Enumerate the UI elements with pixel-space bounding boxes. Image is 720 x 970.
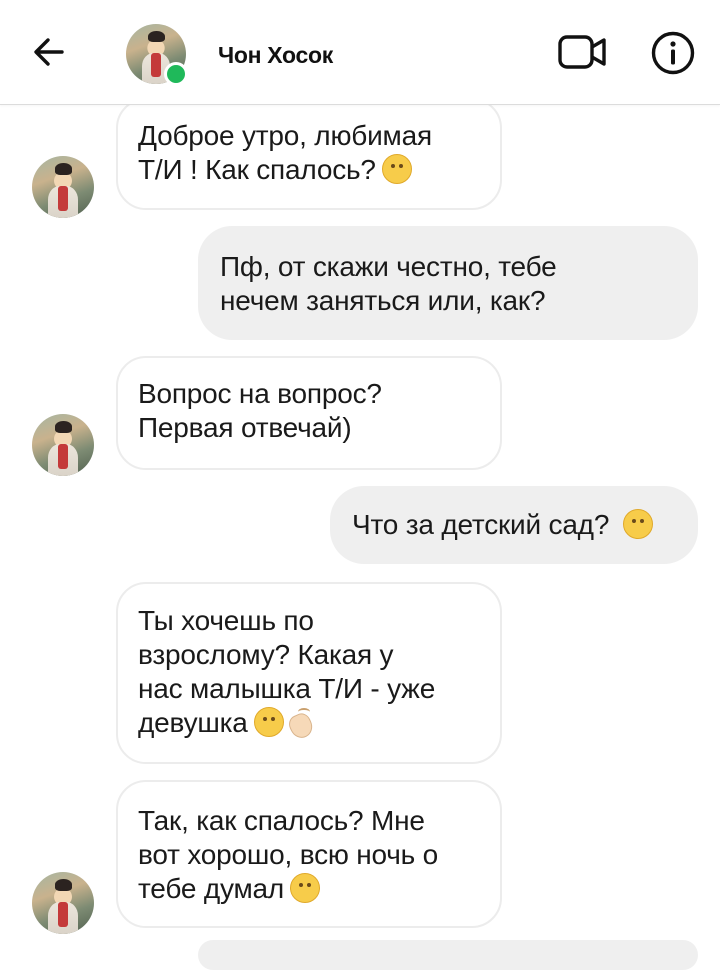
thinking-face-emoji-icon <box>381 154 412 184</box>
info-button[interactable] <box>650 30 696 76</box>
incoming-message-bubble[interactable]: Ты хочешь по взрослому? Какая у нас малы… <box>116 582 502 764</box>
message-text-line: нечем заняться или, как? <box>220 285 546 316</box>
message-text-line: Вопрос на вопрос? <box>138 378 382 409</box>
message-text-line: Доброе утро, любимая <box>138 120 432 151</box>
info-icon <box>651 31 695 75</box>
contact-name[interactable]: Чон Хосок <box>218 42 333 69</box>
message-text-line: взрослому? Какая у <box>138 639 394 670</box>
contact-avatar-header[interactable] <box>126 24 188 86</box>
chat-header: Чон Хосок <box>0 0 720 105</box>
smiling-face-emoji-icon <box>290 873 321 903</box>
message-text-line: тебе думал <box>138 872 480 906</box>
video-call-icon <box>558 35 606 69</box>
message-text-line: Ты хочешь по <box>138 605 314 636</box>
message-text: Что за детский сад? <box>352 509 610 540</box>
incoming-message-bubble[interactable]: Доброе утро, любимая Т/И ! Как спалось? <box>116 98 502 210</box>
video-call-button[interactable] <box>556 30 610 74</box>
message-text: девушка <box>138 707 248 738</box>
contact-avatar[interactable] <box>32 872 94 934</box>
message-text-line: вот хорошо, всю ночь о <box>138 839 439 870</box>
outgoing-message-bubble-partial[interactable] <box>198 940 698 970</box>
outgoing-message-bubble[interactable]: Что за детский сад? <box>330 486 698 564</box>
message-text-line: Первая отвечай) <box>138 412 352 443</box>
message-text: Т/И ! Как спалось? <box>138 154 376 185</box>
unamused-face-emoji-icon <box>623 509 654 539</box>
message-text-line: Что за детский сад? <box>352 508 678 542</box>
message-text-line: девушка <box>138 706 480 740</box>
outgoing-message-bubble[interactable]: Пф, от скажи честно, тебе нечем заняться… <box>198 226 698 340</box>
back-arrow-icon <box>34 38 64 66</box>
smirking-face-emoji-icon <box>253 707 284 737</box>
clapping-hands-emoji-icon <box>286 708 316 738</box>
message-text-line: Т/И ! Как спалось? <box>138 153 480 187</box>
message-text-line: Пф, от скажи честно, тебе <box>220 251 557 282</box>
back-button[interactable] <box>28 30 72 74</box>
message-text: тебе думал <box>138 873 285 904</box>
online-status-dot <box>164 62 188 86</box>
incoming-message-bubble[interactable]: Так, как спалось? Мне вот хорошо, всю но… <box>116 780 502 928</box>
contact-avatar[interactable] <box>32 414 94 476</box>
message-text-line: нас малышка Т/И - уже <box>138 673 436 704</box>
contact-avatar[interactable] <box>32 156 94 218</box>
chat-thread: Доброе утро, любимая Т/И ! Как спалось? … <box>0 0 720 970</box>
incoming-message-bubble[interactable]: Вопрос на вопрос? Первая отвечай) <box>116 356 502 470</box>
message-text-line: Так, как спалось? Мне <box>138 805 425 836</box>
